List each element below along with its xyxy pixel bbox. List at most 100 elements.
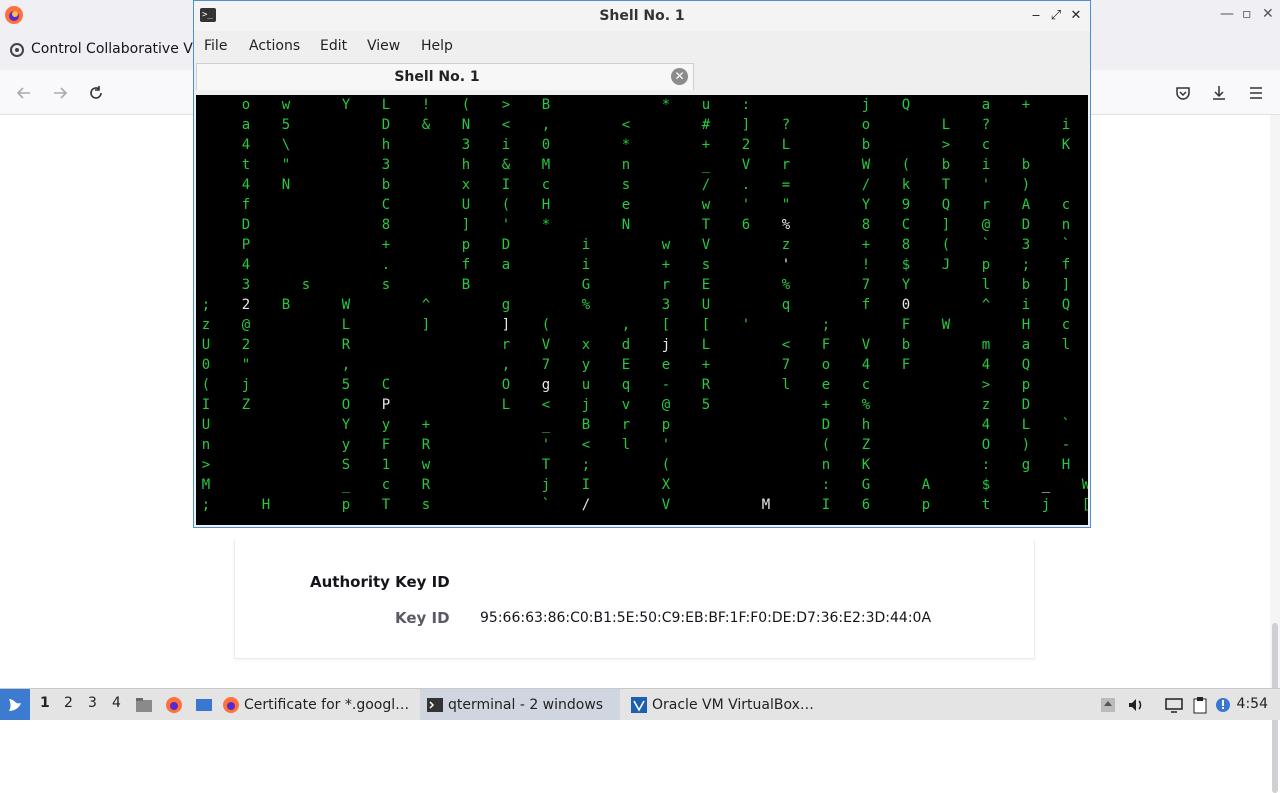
downloads-icon[interactable]	[1208, 82, 1230, 104]
firefox-tab-title[interactable]: Control Collaborative Vi	[31, 41, 196, 57]
matrix-glyph: +	[701, 357, 711, 373]
task-qterminal[interactable]: qterminal - 2 windows	[420, 689, 620, 720]
forward-icon[interactable]	[49, 82, 71, 104]
matrix-glyph: <	[581, 437, 591, 453]
volume-icon[interactable]	[1127, 696, 1145, 714]
tab-close-icon[interactable]: ✕	[671, 68, 688, 85]
matrix-glyph: (	[661, 457, 671, 473]
matrix-glyph: h	[461, 157, 471, 173]
clock[interactable]: 4:54	[1237, 696, 1268, 712]
matrix-glyph: l	[621, 437, 631, 453]
matrix-glyph: g	[501, 297, 511, 313]
terminal-menubar: File Actions Edit View Help	[194, 31, 1090, 61]
matrix-glyph: s	[381, 277, 391, 293]
matrix-glyph: H	[1021, 317, 1031, 333]
matrix-glyph: +	[421, 417, 431, 433]
matrix-glyph: /	[581, 497, 591, 513]
matrix-glyph: .	[381, 257, 391, 273]
matrix-glyph: x	[581, 337, 591, 353]
tray-updates-icon[interactable]	[1099, 696, 1117, 714]
matrix-glyph: [	[1076, 495, 1088, 515]
matrix-glyph: f	[1061, 257, 1071, 273]
matrix-glyph: )	[1021, 177, 1031, 193]
matrix-glyph: u	[701, 97, 711, 113]
close-icon[interactable]: ✕	[1068, 7, 1084, 23]
matrix-glyph: F	[901, 357, 911, 373]
file-manager-icon[interactable]	[135, 696, 153, 714]
terminal-screen[interactable]: o w Y L! (> B * u: j Qa + r Wc - Fy. < a 5 D & N <, < #]? o L? i 2 k…	[196, 95, 1088, 525]
minimize-icon[interactable]: ‒	[1028, 7, 1044, 23]
pocket-icon[interactable]	[1172, 82, 1194, 104]
task-firefox[interactable]: Certificate for *.googl…	[222, 689, 418, 720]
close-icon[interactable]: ✕	[1262, 6, 1274, 22]
matrix-glyph: (	[901, 157, 911, 173]
matrix-glyph: c	[541, 177, 551, 193]
matrix-glyph: /	[861, 177, 871, 193]
matrix-glyph: I	[501, 177, 511, 193]
matrix-glyph: $	[981, 477, 991, 493]
matrix-glyph: n	[201, 437, 211, 453]
matrix-glyph: ]	[941, 217, 951, 233]
tab-shell-1[interactable]: Shell No. 1 ✕	[196, 63, 694, 90]
matrix-glyph: N	[281, 177, 291, 193]
matrix-glyph: H	[541, 197, 551, 213]
restore-icon[interactable]: ▫	[1242, 6, 1252, 22]
matrix-glyph: 0	[541, 137, 551, 153]
clipboard-icon[interactable]	[1191, 696, 1209, 714]
matrix-glyph: L	[381, 97, 391, 113]
menu-view[interactable]: View	[367, 38, 400, 54]
matrix-glyph: 5	[341, 377, 351, 393]
matrix-glyph: ]	[501, 317, 511, 333]
matrix-glyph: z	[781, 237, 791, 253]
matrix-glyph: C	[381, 197, 391, 213]
matrix-glyph: [	[661, 317, 671, 333]
matrix-glyph: V	[701, 237, 711, 253]
menu-edit[interactable]: Edit	[320, 38, 347, 54]
menu-icon[interactable]	[1245, 82, 1267, 104]
matrix-glyph: f	[241, 197, 251, 213]
workspace-4[interactable]: 4	[112, 695, 121, 711]
maximize-icon[interactable]: ⤢	[1048, 7, 1064, 23]
matrix-glyph: '	[741, 197, 751, 213]
workspace-1[interactable]: 1	[40, 695, 50, 711]
matrix-glyph: 0	[901, 297, 911, 313]
matrix-glyph: +	[821, 397, 831, 413]
matrix-glyph: F	[901, 317, 911, 333]
minimize-icon[interactable]: —	[1220, 6, 1234, 22]
matrix-glyph: i	[501, 137, 511, 153]
matrix-glyph: >	[201, 457, 211, 473]
workspace-3[interactable]: 3	[88, 695, 97, 711]
matrix-glyph: p	[461, 237, 471, 253]
page-scrollbar[interactable]	[1270, 115, 1280, 793]
notification-icon[interactable]	[1214, 696, 1232, 714]
workspace-2[interactable]: 2	[64, 695, 73, 711]
matrix-glyph: v	[621, 397, 631, 413]
matrix-glyph: m	[981, 337, 991, 353]
start-menu-button[interactable]	[0, 689, 30, 720]
matrix-glyph: R	[341, 337, 351, 353]
task-label: qterminal - 2 windows	[448, 696, 604, 713]
matrix-glyph: ]	[1061, 277, 1071, 293]
desktop-icon[interactable]	[195, 696, 213, 714]
menu-help[interactable]: Help	[421, 38, 453, 54]
matrix-glyph: d	[621, 337, 631, 353]
matrix-glyph: r	[661, 277, 671, 293]
back-icon[interactable]	[13, 82, 35, 104]
matrix-glyph: F	[821, 337, 831, 353]
matrix-glyph: L	[341, 317, 351, 333]
matrix-glyph: ^	[421, 297, 431, 313]
matrix-glyph: n	[1061, 217, 1071, 233]
matrix-glyph: o	[861, 117, 871, 133]
menu-actions[interactable]: Actions	[249, 38, 300, 54]
reload-icon[interactable]	[85, 82, 107, 104]
matrix-glyph: R	[421, 437, 431, 453]
task-virtualbox[interactable]: Oracle VM VirtualBox…	[626, 689, 826, 720]
terminal-titlebar[interactable]: >_ Shell No. 1 ‒ ⤢ ✕	[194, 1, 1090, 31]
matrix-glyph: j	[241, 377, 251, 393]
firefox-launcher-icon[interactable]	[165, 696, 183, 714]
matrix-glyph: M	[541, 157, 551, 173]
matrix-glyph: p	[921, 497, 931, 513]
network-icon[interactable]	[1165, 696, 1183, 714]
matrix-glyph: D	[1021, 397, 1031, 413]
menu-file[interactable]: File	[204, 38, 227, 54]
